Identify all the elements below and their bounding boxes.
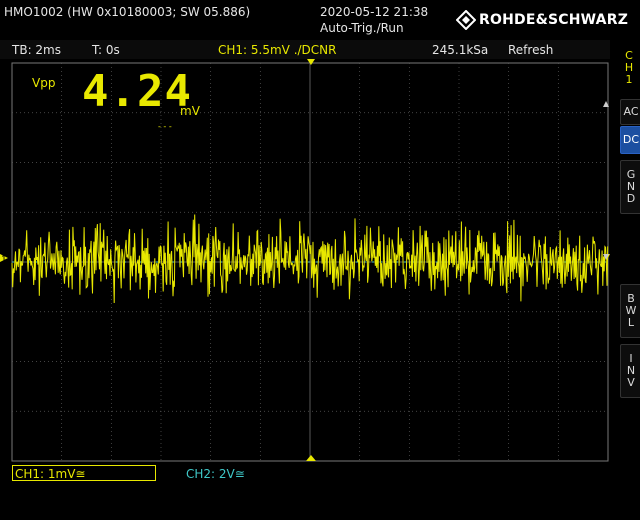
ch1-trigger-level[interactable]: CH1: 5.5mV ./DCNR (218, 43, 336, 57)
trigger-mode: Auto-Trig./Run (320, 21, 404, 35)
brand-name: ROHDE&SCHWARZ (479, 12, 629, 28)
coupling-ac-button[interactable]: AC (620, 99, 640, 125)
measurement-sub: - - - (158, 122, 172, 131)
scroll-down-icon[interactable] (602, 253, 610, 261)
coupling-gnd-button[interactable]: G N D (620, 160, 640, 214)
coupling-dc-button[interactable]: DC (620, 126, 640, 154)
button-label: AC (623, 105, 639, 118)
sample-rate: 245.1kSa (432, 43, 489, 57)
side-menu-channel: C H 1 (622, 50, 636, 86)
scroll-up-icon[interactable] (602, 100, 610, 108)
trigger-time[interactable]: T: 0s (92, 43, 120, 57)
brand-logo: ROHDE&SCHWARZ (456, 10, 628, 30)
ch2-settings[interactable]: CH2: 2V≅ (186, 467, 245, 481)
side-menu-channel-char: 1 (625, 73, 633, 86)
button-label: DC (622, 133, 640, 146)
ch1-settings[interactable]: CH1: 1mV≅ (12, 465, 156, 481)
waveform-display[interactable]: 1 (0, 59, 610, 467)
ch1-ground-label: 1 (1, 255, 7, 265)
datetime: 2020-05-12 21:38 (320, 5, 429, 19)
button-label: D (626, 192, 636, 205)
button-label: V (627, 376, 635, 389)
device-info: HMO1002 (HW 0x10180003; SW 05.886) (4, 5, 251, 19)
measurement-value: 4.24 (82, 66, 192, 117)
timebase[interactable]: TB: 2ms (12, 43, 61, 57)
status-bar: TB: 2ms T: 0s CH1: 5.5mV ./DCNR 245.1kSa… (0, 40, 610, 59)
measurement-label: Vpp (32, 76, 56, 90)
top-header: HMO1002 (HW 0x10180003; SW 05.886) 2020-… (0, 0, 640, 40)
trigger-position-marker-top[interactable] (307, 59, 315, 65)
measurement-unit: mV (180, 104, 200, 118)
button-label: L (627, 316, 635, 329)
invert-button[interactable]: I N V (620, 344, 640, 398)
acquisition-mode[interactable]: Refresh (508, 43, 553, 57)
bandwidth-limit-button[interactable]: B W L (620, 284, 640, 338)
trigger-position-marker-bottom[interactable] (306, 455, 316, 461)
rs-diamond-icon (456, 10, 476, 30)
